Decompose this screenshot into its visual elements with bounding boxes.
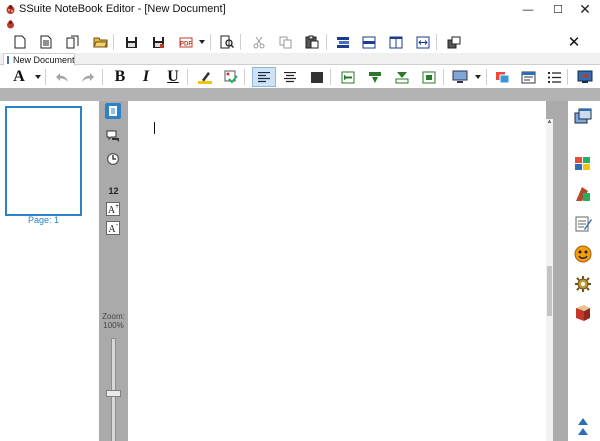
monitor-icon[interactable]: [576, 68, 594, 86]
svg-text:PDF: PDF: [180, 41, 192, 47]
open-document-icon[interactable]: [37, 33, 55, 51]
paste-icon[interactable]: [303, 33, 321, 51]
align-center-icon[interactable]: [281, 68, 299, 86]
side-tools-panel: 12 A + A- Zoom: 100%: [99, 101, 128, 441]
toolbar-separator: [436, 34, 437, 50]
print-preview-icon[interactable]: [218, 33, 236, 51]
page-thumbnail[interactable]: [5, 106, 82, 216]
new-document-icon[interactable]: [11, 33, 29, 51]
book-icon[interactable]: [572, 302, 594, 324]
scrollbar-thumb[interactable]: [547, 266, 552, 316]
list-icon[interactable]: [545, 68, 563, 86]
font-dropdown-arrow-icon[interactable]: [33, 68, 43, 86]
undo-icon[interactable]: [53, 68, 71, 86]
bold-icon[interactable]: B: [111, 68, 129, 86]
scroll-up-icon[interactable]: [572, 415, 594, 439]
indent-left-icon[interactable]: [339, 68, 357, 86]
export-pdf-icon[interactable]: PDF: [177, 33, 195, 51]
app-bug-icon: [5, 4, 16, 15]
zoom-caption: Zoom: 100%: [99, 312, 128, 330]
document-page[interactable]: [128, 101, 546, 441]
decrease-font-icon[interactable]: A-: [105, 220, 121, 236]
right-gutter: [553, 101, 568, 441]
toolbar-separator: [244, 69, 245, 85]
maximize-button[interactable]: ☐: [544, 0, 572, 19]
clock-icon[interactable]: [105, 151, 121, 167]
toolbar-separator: [443, 69, 444, 85]
open-folder-icon[interactable]: [91, 33, 109, 51]
save-icon[interactable]: [122, 33, 140, 51]
menu-strip: [0, 19, 600, 31]
close-window-button[interactable]: ✕: [571, 0, 599, 19]
paragraph-icon[interactable]: [420, 68, 438, 86]
minimize-button[interactable]: —: [514, 0, 542, 19]
dropdown-arrow-icon[interactable]: [197, 33, 207, 51]
screen-dropdown-arrow-icon[interactable]: [473, 68, 483, 86]
comments-icon[interactable]: [105, 128, 121, 144]
outdent-icon[interactable]: [360, 33, 378, 51]
tab-label: New Document: [13, 55, 75, 65]
spellcheck-icon[interactable]: [222, 68, 240, 86]
toolbar-separator: [567, 69, 568, 85]
title-bar: SSuite NoteBook Editor - [New Document] …: [0, 0, 600, 19]
vertical-scrollbar[interactable]: ▲: [546, 119, 553, 441]
text-cursor: [154, 122, 155, 134]
insert-icon[interactable]: [445, 33, 463, 51]
page-label: Page: 1: [27, 215, 60, 225]
smiley-icon[interactable]: [572, 243, 594, 265]
font-size-value: 12: [108, 186, 119, 196]
svg-text:+: +: [115, 203, 119, 210]
redo-icon[interactable]: [79, 68, 97, 86]
toolbar-separator: [240, 34, 241, 50]
toolbar-separator: [210, 34, 211, 50]
increase-font-icon[interactable]: A +: [105, 201, 121, 217]
zoom-value: 100%: [103, 321, 124, 330]
zoom-label: Zoom:: [102, 312, 125, 321]
toolbar-separator: [102, 69, 103, 85]
document-tab-icon: [7, 56, 9, 64]
pages-view-icon[interactable]: [105, 103, 121, 119]
right-tools-panel: [568, 101, 600, 441]
underline-icon[interactable]: U: [164, 68, 182, 86]
toolbar-separator: [45, 69, 46, 85]
table-icon[interactable]: [519, 68, 537, 86]
notepad-icon[interactable]: [572, 213, 594, 235]
system-menu-bug-icon[interactable]: [6, 20, 15, 29]
workspace-divider: [0, 88, 600, 101]
columns-icon[interactable]: [387, 33, 405, 51]
indent-icon[interactable]: [334, 33, 352, 51]
cut-icon[interactable]: [250, 33, 268, 51]
zoom-slider-thumb[interactable]: [106, 390, 121, 397]
window-icon[interactable]: [572, 106, 594, 128]
close-document-button[interactable]: ✕: [565, 33, 583, 51]
align-justify-icon[interactable]: [308, 68, 326, 86]
line-spacing-icon[interactable]: [393, 68, 411, 86]
page-break-icon[interactable]: [414, 33, 432, 51]
page-thumbnails-panel: Page: 1: [0, 101, 99, 441]
toolbar-separator: [330, 69, 331, 85]
toolbar-separator: [486, 69, 487, 85]
gear-icon[interactable]: [572, 273, 594, 295]
screen-icon[interactable]: [451, 68, 469, 86]
stamp-icon[interactable]: [572, 183, 594, 205]
toolbar-separator: [187, 69, 188, 85]
save-as-icon[interactable]: [149, 33, 167, 51]
copy-icon[interactable]: [276, 33, 294, 51]
copy-document-icon[interactable]: [64, 33, 82, 51]
main-toolbar: PDF ✕: [0, 31, 600, 53]
toolbar-separator: [326, 34, 327, 50]
toolbar-separator: [113, 34, 114, 50]
italic-icon[interactable]: I: [137, 68, 155, 86]
window-title: SSuite NoteBook Editor - [New Document]: [19, 3, 226, 15]
scroll-up-arrow-icon[interactable]: ▲: [546, 119, 553, 125]
font-icon[interactable]: A: [10, 68, 28, 86]
tab-new-document[interactable]: New Document: [3, 53, 75, 66]
indent-right-icon[interactable]: [366, 68, 384, 86]
windows-logo-icon[interactable]: [572, 153, 594, 175]
align-left-icon[interactable]: [252, 67, 276, 87]
highlighter-icon[interactable]: [196, 68, 214, 86]
color-icon[interactable]: [493, 68, 511, 86]
document-tab-row: New Document: [0, 53, 600, 66]
format-toolbar: A B I U: [0, 66, 600, 88]
